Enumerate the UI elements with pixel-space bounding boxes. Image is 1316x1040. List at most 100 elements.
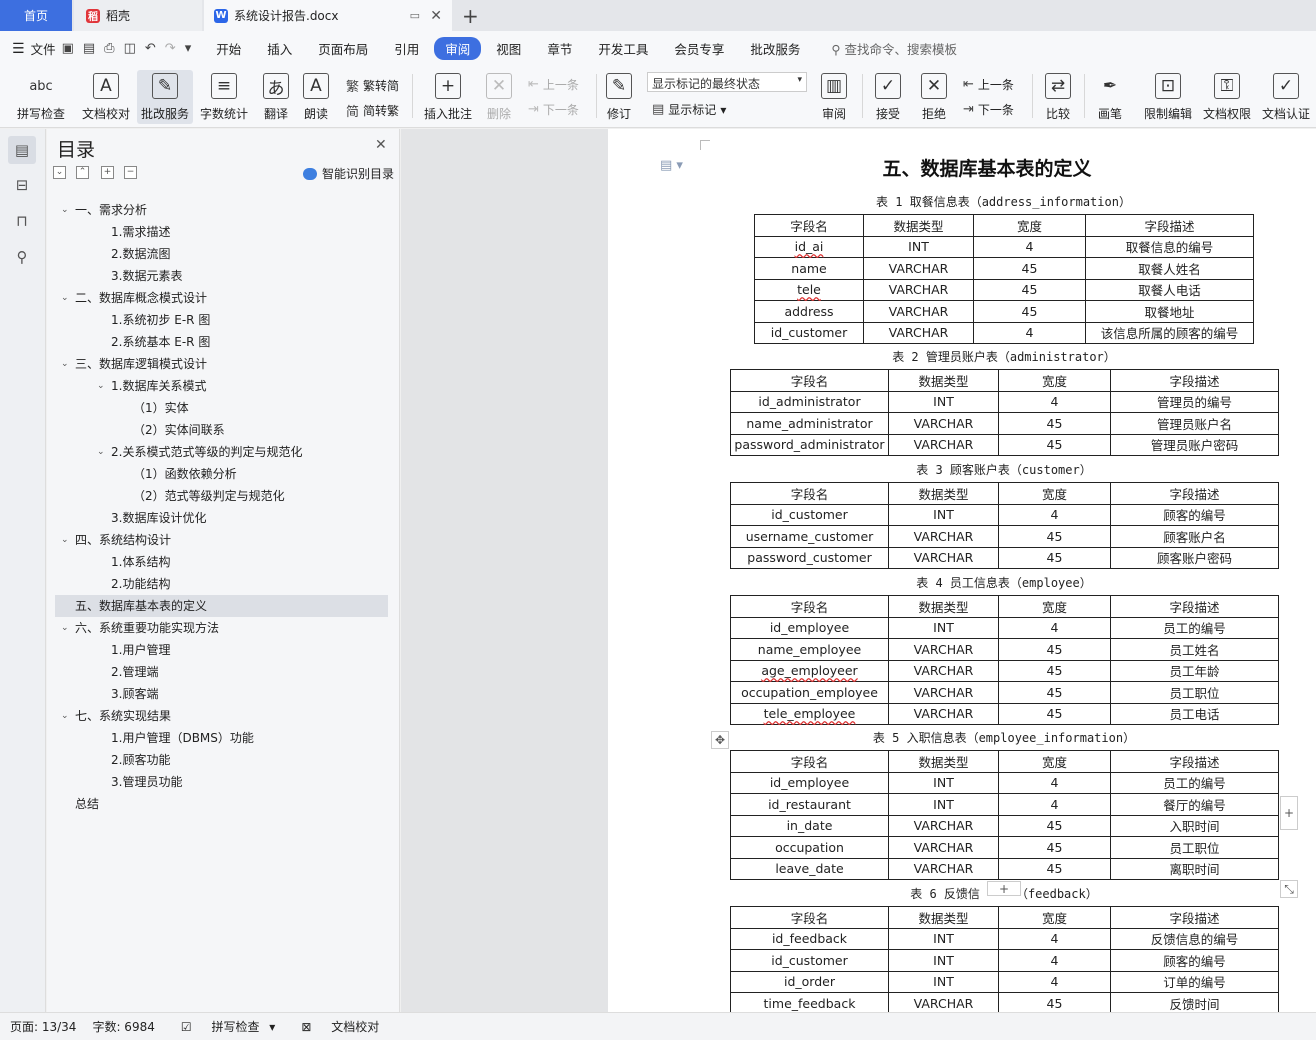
table-cell[interactable]: name_administrator [730, 412, 889, 435]
table-cell[interactable]: INT [888, 970, 999, 993]
translate-button[interactable]: あ 翻译 [256, 70, 296, 124]
doc-cert-button[interactable]: ✓ 文档认证 [1258, 70, 1314, 124]
chevron-down-icon[interactable]: ⌄ [61, 199, 69, 221]
table-cell[interactable]: VARCHAR [888, 681, 999, 704]
menu-member[interactable]: 会员专享 [663, 37, 735, 60]
table-cell[interactable]: INT [888, 503, 999, 526]
table-cell[interactable]: INT [888, 793, 999, 816]
table-cell[interactable]: id_employee [730, 771, 889, 794]
toc-item[interactable]: 1.用户管理（DBMS）功能 [55, 727, 388, 749]
toc-item[interactable]: 2.数据流图 [55, 243, 388, 265]
toc-item[interactable]: （2）范式等级判定与规范化 [55, 485, 388, 507]
table-cell[interactable]: in_date [730, 814, 889, 837]
smart-toc-button[interactable]: 智能识别目录 [303, 165, 394, 182]
table-cell[interactable]: VARCHAR [888, 814, 999, 837]
spell-check-status[interactable]: ☑ 拼写检查 ▾ [171, 1018, 275, 1035]
close-icon[interactable]: ✕ [375, 137, 387, 153]
pin-icon[interactable]: ▭ [410, 9, 420, 22]
table-cell[interactable]: VARCHAR [888, 992, 999, 1015]
expand-all-icon[interactable]: ⌃ [76, 166, 89, 179]
show-markup-button[interactable]: ▤ 显示标记 ▾ [652, 101, 726, 118]
undo-icon[interactable]: ↶ [145, 41, 156, 56]
delete-comment-button[interactable]: ✕ 删除 [480, 70, 518, 124]
table-cell[interactable]: 45 [998, 814, 1111, 837]
tab-document[interactable]: W 系统设计报告.docx ▭ ✕ [204, 0, 452, 31]
table-cell[interactable]: 字段描述 [1085, 214, 1254, 237]
table-cell[interactable]: 取餐信息的编号 [1085, 235, 1254, 258]
toc-item[interactable]: 2.管理端 [55, 661, 388, 683]
table-cell[interactable]: INT [888, 771, 999, 794]
simp-to-trad-button[interactable]: 简简转繁 [346, 101, 399, 120]
table-cell[interactable]: 管理员账户名 [1110, 412, 1279, 435]
table-cell[interactable]: 宽度 [998, 750, 1111, 773]
table-cell[interactable]: 4 [998, 616, 1111, 639]
table-cell[interactable]: 数据类型 [888, 906, 999, 929]
word-count-button[interactable]: ≡ 字数统计 [196, 70, 252, 124]
chevron-down-icon[interactable]: ⌄ [61, 353, 69, 375]
toc-item[interactable]: （2）实体间联系 [55, 419, 388, 441]
prev-comment-button[interactable]: ⇤ 上一条 [528, 76, 579, 93]
table-cell[interactable]: name [754, 257, 864, 280]
data-table[interactable]: 字段名 数据类型 宽度 字段描述 id_customer INT 4 顾客的编号 usernam… [730, 482, 1279, 569]
data-table[interactable]: 字段名 数据类型 宽度 字段描述 id_employee INT 4 员工的编号 name_em… [730, 595, 1279, 725]
table-cell[interactable]: VARCHAR [888, 546, 999, 569]
data-table[interactable]: 字段名 数据类型 宽度 字段描述 id_feedback INT 4 反馈信息的编号 id_cu… [730, 906, 1279, 1015]
table-cell[interactable]: 45 [998, 992, 1111, 1015]
table-cell[interactable]: 宽度 [998, 482, 1111, 505]
pen-button[interactable]: ✒ 画笔 [1090, 70, 1130, 124]
table-cell[interactable]: 员工姓名 [1110, 638, 1279, 661]
toc-nav-icon[interactable]: ▤ [8, 136, 36, 164]
table-cell[interactable]: 4 [998, 927, 1111, 950]
table-cell[interactable]: 离职时间 [1110, 857, 1279, 880]
table-cell[interactable]: 数据类型 [888, 369, 999, 392]
chevron-down-icon[interactable]: ⌄ [61, 529, 69, 551]
table-cell[interactable]: 45 [998, 433, 1111, 456]
table-cell[interactable]: 字段名 [730, 482, 889, 505]
table-cell[interactable]: 4 [998, 390, 1111, 413]
preview-icon[interactable]: ◫ [124, 41, 136, 56]
table-cell[interactable]: 宽度 [998, 369, 1111, 392]
table-cell[interactable]: 4 [998, 793, 1111, 816]
table-cell[interactable]: 员工电话 [1110, 702, 1279, 725]
table-cell[interactable]: VARCHAR [888, 412, 999, 435]
toc-item[interactable]: （1）函数依赖分析 [55, 463, 388, 485]
table-cell[interactable]: 45 [998, 638, 1111, 661]
close-tab-icon[interactable]: ✕ [430, 8, 442, 24]
table-cell[interactable]: 字段描述 [1110, 906, 1279, 929]
bookmark-icon[interactable]: ⊓ [8, 207, 36, 235]
table-resize-icon[interactable]: ⤡ [1280, 880, 1298, 898]
table-cell[interactable]: 4 [998, 771, 1111, 794]
table-cell[interactable]: id_order [730, 970, 889, 993]
command-search[interactable]: ⚲ 查找命令、搜索模板 [831, 39, 957, 58]
reject-button[interactable]: ✕ 拒绝 [914, 70, 954, 124]
menu-page-layout[interactable]: 页面布局 [307, 37, 379, 60]
restrict-edit-button[interactable]: ⊡ 限制编辑 [1140, 70, 1196, 124]
menu-dev-tools[interactable]: 开发工具 [587, 37, 659, 60]
table-cell[interactable]: id_feedback [730, 927, 889, 950]
table-cell[interactable]: 字段名 [730, 750, 889, 773]
table-cell[interactable]: 该信息所属的顾客的编号 [1085, 321, 1254, 344]
toc-item[interactable]: ⌄ 七、系统实现结果 [55, 705, 388, 727]
table-cell[interactable]: id_ai [754, 235, 864, 258]
table-cell[interactable]: 4 [998, 970, 1111, 993]
chevron-down-icon[interactable]: ⌄ [61, 617, 69, 639]
table-cell[interactable]: 宽度 [998, 595, 1111, 618]
file-menu[interactable]: ☰ 文件 [0, 39, 56, 58]
accept-button[interactable]: ✓ 接受 [868, 70, 908, 124]
table-cell[interactable]: tele_employee [730, 702, 889, 725]
table-move-icon[interactable]: ✥ [711, 731, 729, 749]
table-cell[interactable]: INT [863, 235, 974, 258]
table-cell[interactable]: 入职时间 [1110, 814, 1279, 837]
search-icon[interactable]: ⚲ [8, 243, 36, 271]
table-cell[interactable]: VARCHAR [888, 433, 999, 456]
toc-item[interactable]: ⌄ 六、系统重要功能实现方法 [55, 617, 388, 639]
table-cell[interactable]: 员工职位 [1110, 681, 1279, 704]
table-cell[interactable]: 数据类型 [888, 750, 999, 773]
tab-daoke[interactable]: 稻 稻壳 [74, 0, 202, 31]
table-cell[interactable]: tele [754, 278, 864, 301]
table-cell[interactable]: 员工年龄 [1110, 659, 1279, 682]
table-cell[interactable]: password_customer [730, 546, 889, 569]
table-cell[interactable]: 45 [973, 257, 1086, 280]
table-cell[interactable]: VARCHAR [888, 638, 999, 661]
review-service-button[interactable]: ✎ 批改服务 [137, 70, 193, 124]
